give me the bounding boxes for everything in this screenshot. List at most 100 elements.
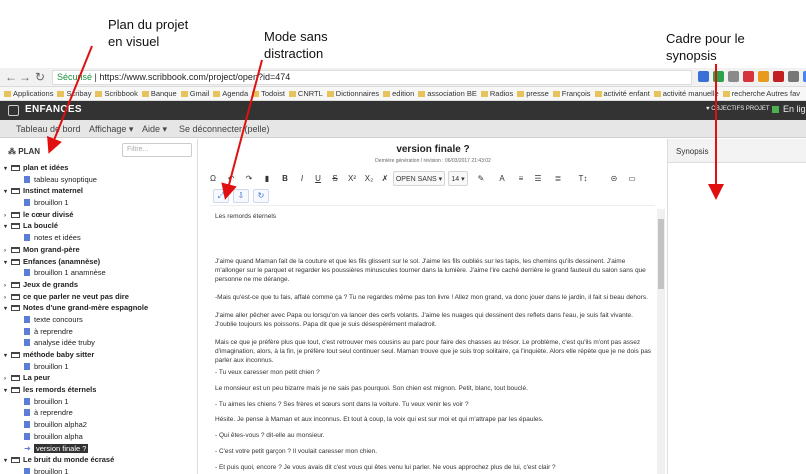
tree-label: brouillon 1 xyxy=(34,198,69,208)
bookmark-item[interactable]: CNRTL xyxy=(288,87,323,100)
tree-folder[interactable]: › le cœur divisé xyxy=(0,209,197,221)
tree-document[interactable]: analyse idée truby xyxy=(0,337,197,349)
reload-icon[interactable]: ↻ xyxy=(33,70,47,84)
redo-icon[interactable]: ↷ xyxy=(243,171,255,186)
tree-document[interactable]: brouillon alpha2 xyxy=(0,419,197,431)
tree-document[interactable]: brouillon 1 xyxy=(0,361,197,373)
tree-document[interactable]: brouillon 1 xyxy=(0,396,197,408)
superscript-button[interactable]: X² xyxy=(346,171,358,186)
extension-icon[interactable] xyxy=(788,71,799,82)
tree-folder[interactable]: › Jeux de grands xyxy=(0,279,197,291)
synopsis-header: Synopsis xyxy=(668,139,806,163)
table-icon[interactable]: ▭ xyxy=(625,171,639,186)
text-color-icon[interactable]: A xyxy=(495,171,509,186)
extension-icon[interactable] xyxy=(713,71,724,82)
menu-affichage[interactable]: Affichage ▾ xyxy=(89,120,133,138)
tree-folder[interactable]: ▾ Instinct maternel xyxy=(0,185,197,197)
extension-icon[interactable] xyxy=(728,71,739,82)
clear-format-icon[interactable]: ✗ xyxy=(379,171,391,186)
tree-label: version finale ? xyxy=(34,443,89,453)
bullet-list-icon[interactable]: ≡ xyxy=(516,171,526,186)
extension-icon[interactable] xyxy=(698,71,709,82)
bookmark-item[interactable]: presse xyxy=(517,87,549,100)
bookmark-item[interactable]: Radios xyxy=(480,87,513,100)
strike-button[interactable]: S xyxy=(329,171,341,186)
document-body[interactable]: Les remords éternels J'aime quand Maman … xyxy=(209,205,655,474)
extension-icon[interactable] xyxy=(743,71,754,82)
forward-icon[interactable]: → xyxy=(18,70,32,84)
heading-icon[interactable]: T↕ xyxy=(575,171,591,186)
bookmark-item[interactable]: edition xyxy=(383,87,414,100)
align-icon[interactable]: ≣ xyxy=(550,171,566,186)
tree-document[interactable]: brouillon alpha xyxy=(0,431,197,443)
special-char-icon[interactable]: Ω xyxy=(207,171,219,186)
tree-folder[interactable]: ▾ les remords éternels xyxy=(0,384,197,396)
italic-button[interactable]: I xyxy=(296,171,308,186)
link-icon[interactable]: ⊝ xyxy=(607,171,621,186)
objectifs-link[interactable]: ♥ OBJECTIFS PROJET xyxy=(706,106,770,112)
tree-folder[interactable]: ▾ méthode baby sitter xyxy=(0,349,197,361)
tree-folder[interactable]: ▾ La bouclé xyxy=(0,220,197,232)
folder-icon xyxy=(11,375,20,382)
tree-document[interactable]: brouillon 1 xyxy=(0,466,197,474)
underline-button[interactable]: U xyxy=(312,171,324,186)
version-icon[interactable]: ⇩ xyxy=(233,189,249,203)
tree-folder[interactable]: › La peur xyxy=(0,372,197,384)
bookmark-item[interactable]: Scribay xyxy=(57,87,91,100)
extension-icon[interactable] xyxy=(773,71,784,82)
bookmark-item[interactable]: Gmail xyxy=(180,87,209,100)
synopsis-title: Synopsis xyxy=(676,147,709,156)
tree-document[interactable]: texte concours xyxy=(0,314,197,326)
tree-folder[interactable]: ▾ Notes d'une grand-mère espagnole xyxy=(0,302,197,314)
bold-button[interactable]: B xyxy=(279,171,291,186)
bookmark-item[interactable]: Banque xyxy=(141,87,177,100)
menu-aide[interactable]: Aide ▾ xyxy=(142,120,167,138)
tree-document[interactable]: à reprendre xyxy=(0,326,197,338)
number-list-icon[interactable]: ☰ xyxy=(533,171,543,186)
bookmark-item[interactable]: association BE xyxy=(418,87,477,100)
menu-deconnecter[interactable]: Se déconnecter (pelle) xyxy=(179,120,270,138)
filter-input[interactable]: Filtre... xyxy=(122,143,192,157)
bookmark-label: activité enfant xyxy=(603,89,650,98)
tree-folder[interactable]: ▾ Enfances (anamnèse) xyxy=(0,256,197,268)
menu-bar: Tableau de bord Affichage ▾ Aide ▾ Se dé… xyxy=(0,120,806,138)
folder-icon xyxy=(11,457,20,464)
tree-folder[interactable]: ▾ Le bruit du monde écrasé xyxy=(0,454,197,466)
bookmark-item[interactable]: Applications xyxy=(4,87,53,100)
tree-document[interactable]: ➜ version finale ? xyxy=(0,443,197,455)
undo-icon[interactable]: ↶ xyxy=(225,171,237,186)
bookmark-item[interactable]: Dictionnaires xyxy=(326,87,379,100)
scroll-thumb[interactable] xyxy=(658,219,664,289)
tree-folder[interactable]: ▾ plan et idées xyxy=(0,162,197,174)
font-select[interactable]: OPEN SANS ▾ xyxy=(393,171,445,186)
tree-document[interactable]: brouillon 1 xyxy=(0,197,197,209)
history-icon[interactable]: ↻ xyxy=(253,189,269,203)
bookmark-item[interactable]: activité manuelle xyxy=(653,87,719,100)
document-icon xyxy=(24,327,30,335)
bookmark-item[interactable]: Todoist xyxy=(252,87,285,100)
size-select[interactable]: 14 ▾ xyxy=(448,171,468,186)
format-painter-icon[interactable]: ▮ xyxy=(261,171,273,186)
tree-folder[interactable]: › Mon grand-père xyxy=(0,244,197,256)
tree-document[interactable]: tableau synoptique xyxy=(0,174,197,186)
bookmark-item[interactable]: recherche xyxy=(722,87,765,100)
tree-document[interactable]: à reprendre xyxy=(0,407,197,419)
back-icon[interactable]: ← xyxy=(4,70,18,84)
menu-tableau[interactable]: Tableau de bord xyxy=(16,120,81,138)
folder-icon xyxy=(288,91,296,97)
distraction-free-icon[interactable]: ⤢ xyxy=(213,189,229,203)
editor-scrollbar[interactable] xyxy=(657,209,665,474)
bookmark-item[interactable]: Agenda xyxy=(213,87,248,100)
bookmark-item[interactable]: Scribbook xyxy=(95,87,138,100)
url-input[interactable]: Sécurisé | https://www.scribbook.com/pro… xyxy=(52,70,692,85)
other-bookmarks[interactable]: Autres fav xyxy=(766,87,800,100)
tree-folder[interactable]: › ce que parler ne veut pas dire xyxy=(0,291,197,303)
annotation-mode: Mode sans distraction xyxy=(264,28,328,62)
extension-icon[interactable] xyxy=(758,71,769,82)
bookmark-item[interactable]: François xyxy=(552,87,591,100)
highlight-icon[interactable]: ✎ xyxy=(473,171,489,186)
bookmark-item[interactable]: activité enfant xyxy=(594,87,650,100)
subscript-button[interactable]: X₂ xyxy=(363,171,375,186)
tree-document[interactable]: notes et idées xyxy=(0,232,197,244)
tree-document[interactable]: brouillon 1 anamnèse xyxy=(0,267,197,279)
